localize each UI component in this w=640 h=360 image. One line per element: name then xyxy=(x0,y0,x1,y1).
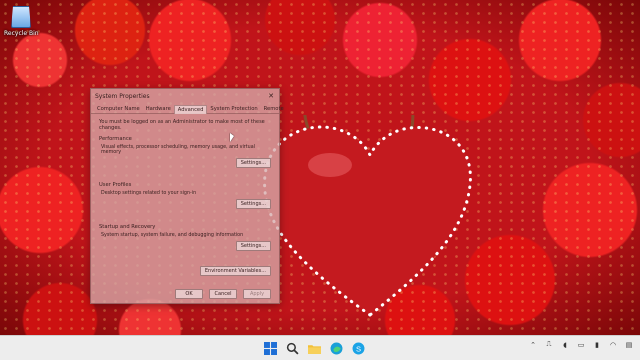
tab-remote[interactable]: Remote xyxy=(261,105,287,113)
advanced-tab-content: You must be logged on as an Administrato… xyxy=(91,114,279,281)
startup-recovery-title: Startup and Recovery xyxy=(99,224,156,230)
recycle-bin-icon xyxy=(11,6,31,28)
file-explorer-icon[interactable] xyxy=(306,340,322,356)
startup-recovery-group: Startup and Recovery System startup, sys… xyxy=(99,224,271,262)
user-profiles-title: User Profiles xyxy=(99,182,132,188)
performance-settings-button[interactable]: Settings... xyxy=(235,158,271,168)
tab-hardware[interactable]: Hardware xyxy=(143,105,174,113)
volume-icon[interactable]: ◖ xyxy=(560,341,570,349)
close-icon[interactable]: ✕ xyxy=(266,92,276,100)
recycle-bin-shortcut[interactable]: Recycle Bin xyxy=(4,6,39,37)
performance-title: Performance xyxy=(99,136,132,142)
battery-icon[interactable]: ▮ xyxy=(592,341,602,349)
user-profiles-group: User Profiles Desktop settings related t… xyxy=(99,182,271,220)
user-profiles-description: Desktop settings related to your sign-in xyxy=(101,191,197,196)
tab-computer-name[interactable]: Computer Name xyxy=(94,105,143,113)
mouse-cursor-icon xyxy=(230,133,234,142)
environment-variables-button[interactable]: Environment Variables... xyxy=(199,266,271,276)
startup-recovery-description: System startup, system failure, and debu… xyxy=(101,233,244,238)
search-icon[interactable] xyxy=(284,340,300,356)
edge-icon[interactable] xyxy=(328,340,344,356)
tab-strip: Computer Name Hardware Advanced System P… xyxy=(91,103,284,114)
svg-text:S: S xyxy=(355,344,360,353)
dialog-title: System Properties xyxy=(95,92,150,100)
system-tray: ⌃ ⎍ ◖ ▭ ▮ ◠ ▤ xyxy=(528,340,634,349)
ok-button[interactable]: OK xyxy=(175,289,203,299)
dialog-titlebar[interactable]: System Properties ✕ xyxy=(91,89,279,103)
tab-system-protection[interactable]: System Protection xyxy=(207,105,260,113)
taskbar: S ⌃ ⎍ ◖ ▭ ▮ ◠ ▤ xyxy=(0,335,640,360)
heart-ornament xyxy=(260,94,480,325)
startup-recovery-settings-button[interactable]: Settings... xyxy=(235,241,271,251)
network-icon[interactable]: ⎍ xyxy=(544,340,554,349)
dialog-footer: OK Cancel Apply xyxy=(91,289,279,299)
admin-note: You must be logged on as an Administrato… xyxy=(99,119,265,131)
apply-button[interactable]: Apply xyxy=(243,289,271,299)
taskbar-pinned-apps: S xyxy=(262,340,366,356)
cancel-button[interactable]: Cancel xyxy=(209,289,237,299)
performance-description: Visual effects, processor scheduling, me… xyxy=(101,145,255,155)
user-profiles-settings-button[interactable]: Settings... xyxy=(235,199,271,209)
camera-icon[interactable]: ▭ xyxy=(576,341,586,349)
chevron-up-icon[interactable]: ⌃ xyxy=(528,341,538,349)
recycle-bin-label: Recycle Bin xyxy=(4,30,39,37)
wifi-icon[interactable]: ◠ xyxy=(608,341,618,349)
notification-icon[interactable]: ▤ xyxy=(624,341,634,349)
performance-group: Performance Visual effects, processor sc… xyxy=(99,136,271,178)
windows-start-icon[interactable] xyxy=(262,340,278,356)
skype-icon[interactable]: S xyxy=(350,340,366,356)
tab-advanced[interactable]: Advanced xyxy=(173,105,208,114)
system-properties-dialog: System Properties ✕ Computer Name Hardwa… xyxy=(90,88,284,304)
